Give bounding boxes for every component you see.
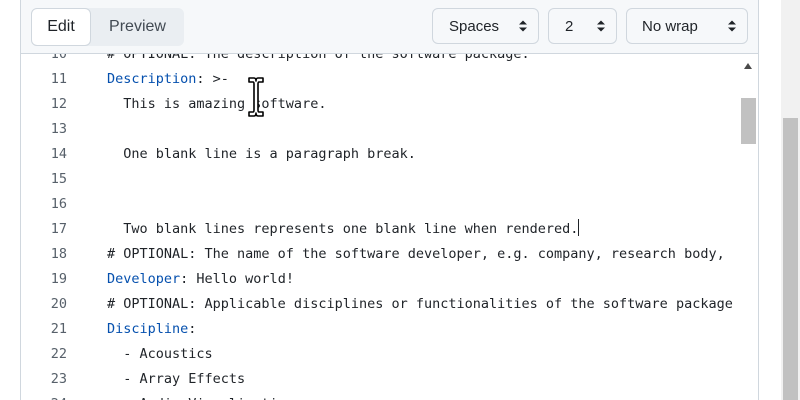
yaml-key: Discipline — [107, 321, 189, 337]
code-line[interactable]: 16 — [21, 192, 739, 217]
select-caret-icon — [597, 20, 605, 32]
code-token: One blank line is a paragraph break. — [107, 146, 416, 162]
line-number: 21 — [50, 321, 67, 337]
line-number: 20 — [50, 296, 67, 312]
code-line[interactable]: 22 - Acoustics — [21, 342, 739, 367]
edit-preview-tabs: Edit Preview — [31, 8, 184, 46]
code-area[interactable]: 10 # OPTIONAL: The description of the sof… — [21, 54, 739, 400]
code-line[interactable]: 14 One blank line is a paragraph break. — [21, 142, 739, 167]
line-number: 13 — [50, 121, 67, 137]
wrap-mode-select[interactable]: No wrap — [626, 8, 748, 44]
line-text: # OPTIONAL: The description of the softw… — [107, 54, 530, 67]
code-line[interactable]: 17 Two blank lines represents one blank … — [21, 217, 739, 242]
code-token: - Audio Visualization — [107, 396, 294, 400]
tab-edit[interactable]: Edit — [31, 8, 91, 46]
line-number: 16 — [50, 196, 67, 212]
wrap-mode-value: No wrap — [642, 17, 698, 35]
editor-toolbar: Edit Preview Spaces 2 No wrap — [21, 0, 758, 54]
line-number: 17 — [50, 221, 67, 237]
indent-mode-value: Spaces — [449, 17, 500, 35]
yaml-key: Developer — [107, 271, 181, 287]
line-number: 14 — [50, 146, 67, 162]
scroll-up-arrow-icon[interactable] — [744, 63, 752, 69]
line-text: - Array Effects — [107, 367, 245, 392]
code-token: : — [188, 321, 197, 337]
line-number: 12 — [50, 96, 67, 112]
line-text: One blank line is a paragraph break. — [107, 142, 416, 167]
yaml-key: Description — [107, 71, 197, 87]
code-token: # OPTIONAL: Applicable disciplines or fu… — [107, 296, 733, 312]
code-token: Two blank lines represents one blank lin… — [107, 221, 579, 237]
line-number: 22 — [50, 346, 67, 362]
code-line[interactable]: 23 - Array Effects — [21, 367, 739, 392]
page-scrollbar[interactable] — [781, 0, 800, 400]
indent-size-value: 2 — [565, 17, 574, 35]
text-caret — [578, 219, 580, 236]
line-number: 23 — [50, 371, 67, 387]
code-token: # OPTIONAL: The description of the softw… — [107, 54, 530, 62]
line-text: # OPTIONAL: Applicable disciplines or fu… — [107, 292, 733, 317]
line-number: 19 — [50, 271, 67, 287]
code-line[interactable]: 12 This is amazing software. — [21, 92, 739, 117]
line-text: Discipline: — [107, 317, 196, 342]
code-line[interactable]: 21 Discipline: — [21, 317, 739, 342]
line-number: 11 — [50, 71, 67, 87]
line-number: 10 — [50, 54, 67, 62]
line-number: 15 — [50, 171, 67, 187]
indent-size-select[interactable]: 2 — [548, 8, 617, 44]
line-text: Developer: Hello world! — [107, 267, 294, 292]
code-token: This is amazing software. — [107, 96, 327, 112]
code-line[interactable]: 24 - Audio Visualization — [21, 392, 739, 400]
page-scrollbar-thumb[interactable] — [783, 118, 798, 400]
line-number: 18 — [50, 246, 67, 262]
code-token: : Hello world! — [180, 271, 294, 287]
select-caret-icon — [519, 20, 527, 32]
line-text: Description: >- — [107, 67, 229, 92]
code-token: : >- — [196, 71, 229, 87]
line-text: - Audio Visualization — [107, 392, 294, 400]
code-token: - Acoustics — [107, 346, 213, 362]
line-text: - Acoustics — [107, 342, 213, 367]
code-line[interactable]: 20 # OPTIONAL: Applicable disciplines or … — [21, 292, 739, 317]
code-line[interactable]: 15 — [21, 167, 739, 192]
select-caret-icon — [728, 20, 736, 32]
code-token: - Array Effects — [107, 371, 246, 387]
code-line[interactable]: 18 # OPTIONAL: The name of the software d… — [21, 242, 739, 267]
line-text: This is amazing software. — [107, 92, 326, 117]
editor-scrollbar[interactable] — [739, 54, 758, 400]
editor-scrollbar-thumb[interactable] — [741, 98, 756, 144]
line-text: # OPTIONAL: The name of the software dev… — [107, 242, 725, 267]
code-line[interactable]: 10 # OPTIONAL: The description of the sof… — [21, 54, 739, 67]
text-cursor-icon — [248, 77, 264, 117]
code-editor: Edit Preview Spaces 2 No wrap 10 # OPTION… — [20, 0, 759, 400]
tab-preview[interactable]: Preview — [91, 8, 184, 46]
code-line[interactable]: 19 Developer: Hello world! — [21, 267, 739, 292]
line-number: 24 — [21, 392, 67, 400]
indent-mode-select[interactable]: Spaces — [432, 8, 539, 44]
code-line[interactable]: 13 — [21, 117, 739, 142]
code-line[interactable]: 11 Description: >- — [21, 67, 739, 92]
code-token: # OPTIONAL: The name of the software dev… — [107, 246, 725, 262]
line-text: Two blank lines represents one blank lin… — [107, 217, 580, 242]
